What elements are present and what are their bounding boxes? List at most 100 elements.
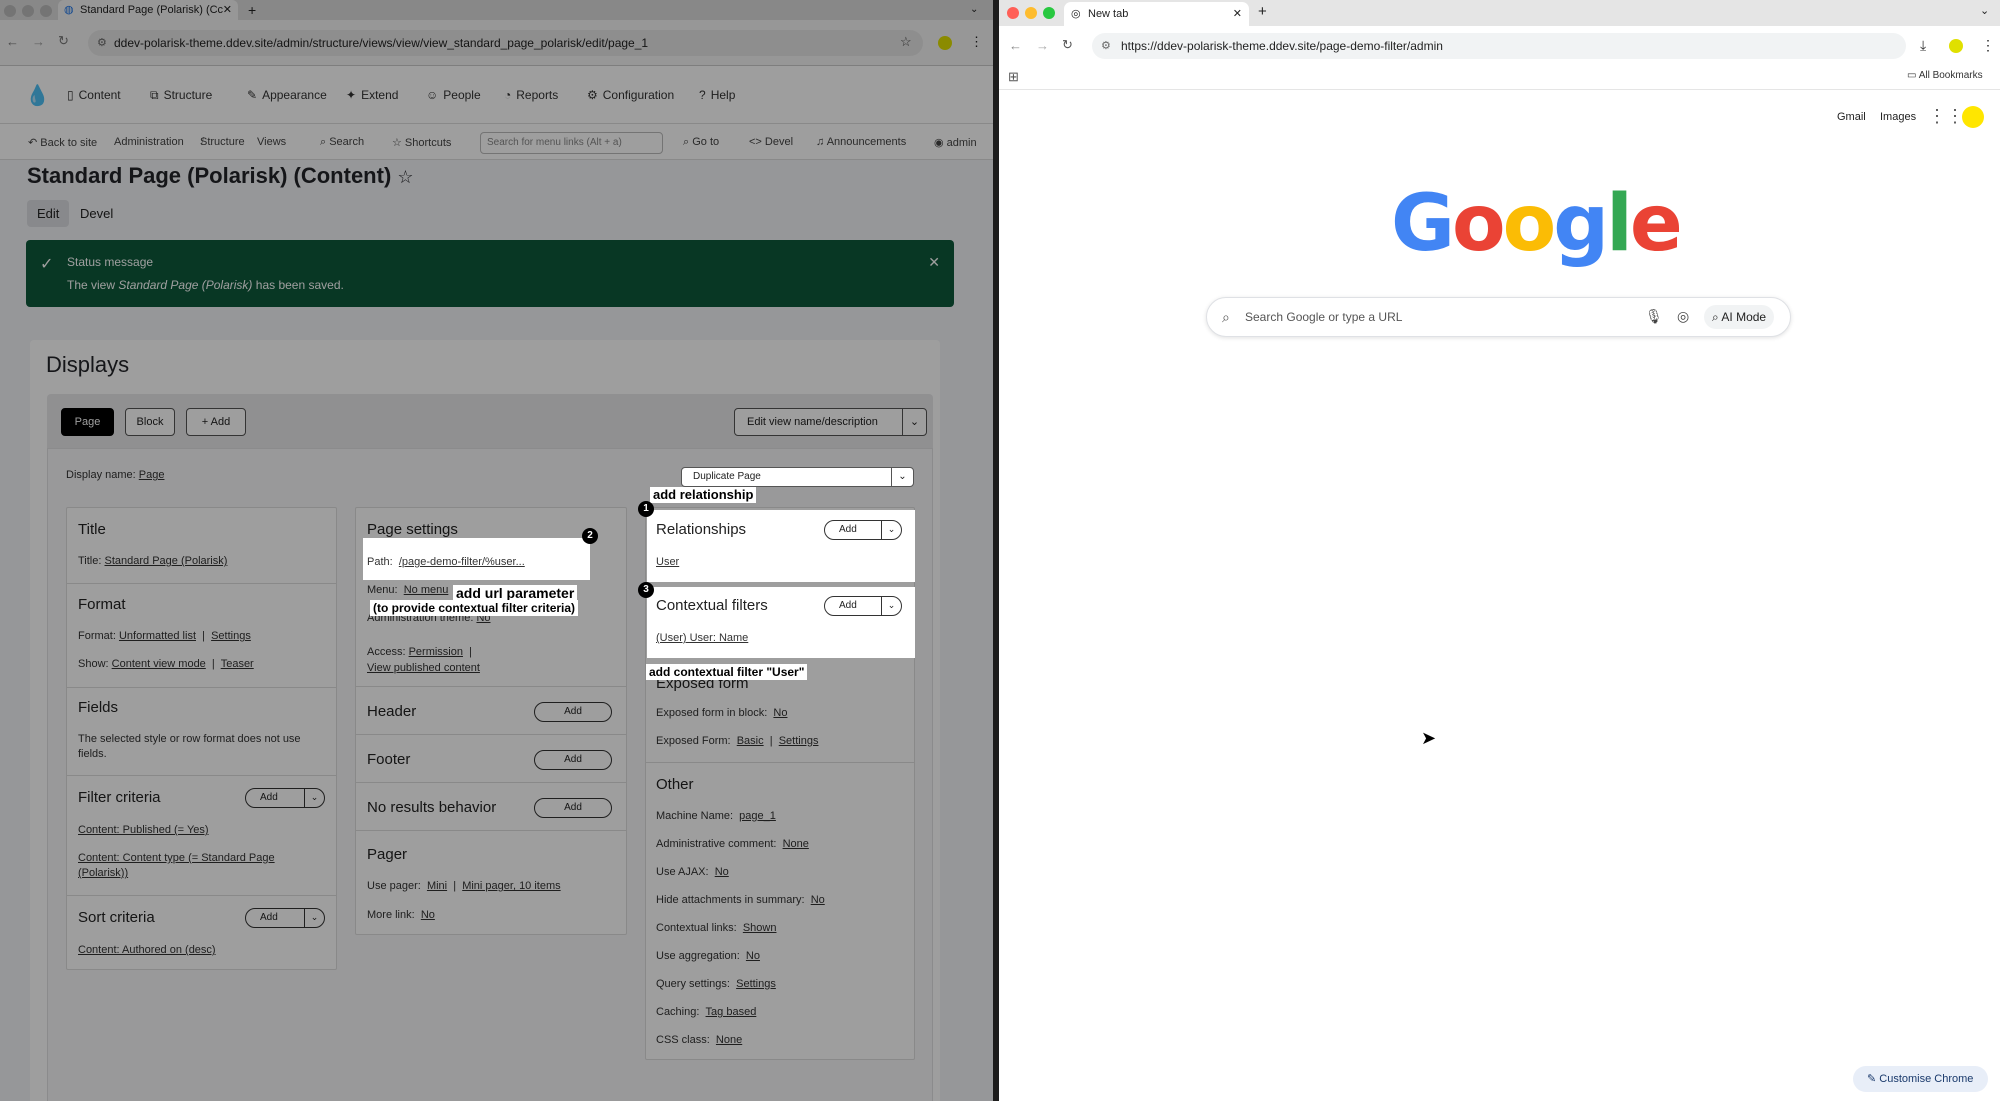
other-value-link[interactable]: None (716, 1034, 742, 1046)
show-link[interactable]: Content view mode (112, 658, 206, 670)
relationship-item[interactable]: User (656, 556, 679, 568)
window-zoom-dot[interactable] (40, 5, 52, 17)
window-minimize-dot[interactable] (22, 5, 34, 17)
user-menu[interactable]: ◉ admin (934, 136, 977, 149)
toolbar-help[interactable]: ? Help (699, 88, 735, 102)
tab-devel[interactable]: Devel (70, 200, 123, 227)
chevron-down-icon[interactable]: ⌄ (881, 520, 901, 540)
edit-view-name-button[interactable]: Edit view name/description ⌄ (734, 408, 927, 436)
pager-items-link[interactable]: Mini pager, 10 items (462, 880, 560, 892)
other-value-link[interactable]: No (746, 950, 760, 962)
all-bookmarks-link[interactable]: ▭ All Bookmarks (1907, 70, 1983, 81)
reload-icon[interactable]: ↻ (58, 33, 69, 49)
menu-link[interactable]: No menu (404, 584, 449, 596)
google-search-box[interactable]: ⌕ Search Google or type a URL 🎙 ◎ ⌕ AI M… (1206, 297, 1791, 337)
download-icon[interactable]: ⤓ (1920, 37, 1926, 54)
format-link[interactable]: Unformatted list (119, 630, 196, 642)
reload-icon[interactable]: ↻ (1062, 37, 1073, 53)
site-info-icon[interactable]: ⚙ (1101, 33, 1111, 59)
relationships-add-button[interactable]: Add ⌄ (824, 520, 902, 540)
extension-icon[interactable] (938, 36, 952, 50)
ai-mode-button[interactable]: ⌕ AI Mode (1704, 305, 1775, 329)
more-link-value[interactable]: No (421, 909, 435, 921)
exposed-block-link[interactable]: No (773, 707, 787, 719)
breadcrumb-structure[interactable]: Structure (200, 136, 245, 148)
other-value-link[interactable]: Settings (736, 978, 776, 990)
window-minimize-dot[interactable] (1025, 7, 1037, 19)
teaser-link[interactable]: Teaser (221, 658, 254, 670)
tab-search-icon[interactable]: ⌄ (1980, 4, 1989, 17)
path-link[interactable]: /page-demo-filter/%user... (399, 556, 525, 568)
sort-add-button[interactable]: Add ⌄ (245, 908, 325, 928)
other-value-link[interactable]: None (783, 838, 809, 850)
extension-icon[interactable] (1949, 39, 1963, 53)
toolbar-extend[interactable]: ✦ Extend (346, 88, 398, 102)
close-icon[interactable]: ✕ (928, 254, 940, 271)
other-value-link[interactable]: Tag based (706, 1006, 757, 1018)
filter-item[interactable]: Content: Published (= Yes) (78, 824, 209, 836)
apps-grid-icon[interactable]: ⊞ (1008, 69, 1019, 85)
window-close-dot[interactable] (4, 5, 16, 17)
forward-icon[interactable]: → (32, 34, 45, 49)
bookmark-star-icon[interactable]: ☆ (900, 34, 912, 50)
no-results-add-button[interactable]: Add (534, 798, 612, 818)
devel-link[interactable]: <> Devel (749, 136, 793, 148)
toolbar-configuration[interactable]: ⚙ Configuration (587, 88, 674, 102)
filter-item[interactable]: Content: Content type (= Standard Page (… (78, 851, 323, 881)
lens-camera-icon[interactable]: ◎ (1677, 308, 1689, 325)
toolbar-structure[interactable]: ⧉ Structure (150, 88, 212, 103)
view-published-link[interactable]: View published content (367, 662, 480, 674)
close-tab-icon[interactable]: ✕ (1233, 2, 1242, 26)
announcements-link[interactable]: ♫ Announcements (816, 136, 906, 148)
toolbar-reports[interactable]: ◔ Reports (504, 88, 558, 102)
header-add-button[interactable]: Add (534, 702, 612, 722)
search-link[interactable]: ⌕ Search (320, 136, 364, 149)
window-close-dot[interactable] (1007, 7, 1019, 19)
title-link[interactable]: Standard Page (Polarisk) (105, 555, 228, 567)
new-tab-icon[interactable]: + (1258, 3, 1267, 20)
toolbar-appearance[interactable]: ✎ Appearance (247, 88, 327, 102)
back-to-site-link[interactable]: ↶ Back to site (28, 136, 97, 149)
gmail-link[interactable]: Gmail (1837, 111, 1866, 123)
breadcrumb-administration[interactable]: Administration (114, 136, 184, 148)
chevron-down-icon[interactable]: ⌄ (881, 596, 901, 616)
tab-edit[interactable]: Edit (27, 200, 70, 227)
google-apps-icon[interactable]: ⋮⋮ (1928, 106, 1964, 127)
other-value-link[interactable]: Shown (743, 922, 777, 934)
drupal-logo-icon[interactable]: 💧 (25, 83, 50, 108)
microphone-icon[interactable]: 🎙 (1645, 308, 1663, 325)
right-url-field[interactable]: ⚙ https://ddev-polarisk-theme.ddev.site/… (1092, 33, 1906, 59)
shortcuts-link[interactable]: ☆ Shortcuts (392, 136, 451, 149)
back-icon[interactable]: ← (6, 34, 19, 49)
avatar[interactable] (1962, 106, 1984, 128)
duplicate-page-button[interactable]: Duplicate Page ⌄ (681, 467, 914, 487)
forward-icon[interactable]: → (1036, 38, 1049, 53)
pager-link[interactable]: Mini (427, 880, 447, 892)
site-info-icon[interactable]: ⚙ (97, 30, 107, 56)
new-tab-icon[interactable]: + (248, 0, 256, 20)
contextual-add-button[interactable]: Add ⌄ (824, 596, 902, 616)
display-name-link[interactable]: Page (139, 469, 165, 481)
sort-item[interactable]: Content: Authored on (desc) (78, 944, 216, 956)
tab-search-icon[interactable]: ⌄ (970, 0, 978, 20)
customise-chrome-button[interactable]: ✎ Customise Chrome (1853, 1066, 1988, 1092)
contextual-item[interactable]: (User) User: Name (656, 632, 748, 644)
back-icon[interactable]: ← (1009, 38, 1022, 53)
favorite-star-icon[interactable]: ☆ (397, 167, 413, 187)
chevron-down-icon[interactable]: ⌄ (902, 409, 926, 435)
footer-add-button[interactable]: Add (534, 750, 612, 770)
right-active-tab[interactable]: ◎ New tab ✕ (1064, 2, 1249, 26)
toolbar-content[interactable]: ▯ Content (67, 88, 121, 102)
images-link[interactable]: Images (1880, 111, 1916, 123)
filter-add-button[interactable]: Add ⌄ (245, 788, 325, 808)
breadcrumb-views[interactable]: Views (257, 136, 286, 148)
other-value-link[interactable]: No (715, 866, 729, 878)
access-link[interactable]: Permission (409, 646, 463, 658)
display-tab-block[interactable]: Block (125, 408, 175, 436)
chevron-down-icon[interactable]: ⌄ (304, 908, 324, 928)
close-tab-icon[interactable]: ✕ (223, 0, 232, 20)
toolbar-people[interactable]: ☺ People (426, 88, 481, 102)
left-url-field[interactable]: ⚙ ddev-polarisk-theme.ddev.site/admin/st… (88, 30, 923, 56)
left-active-tab[interactable]: ◍ Standard Page (Polarisk) (Cc ✕ (58, 0, 238, 20)
exposed-form-link[interactable]: Basic (737, 735, 764, 747)
